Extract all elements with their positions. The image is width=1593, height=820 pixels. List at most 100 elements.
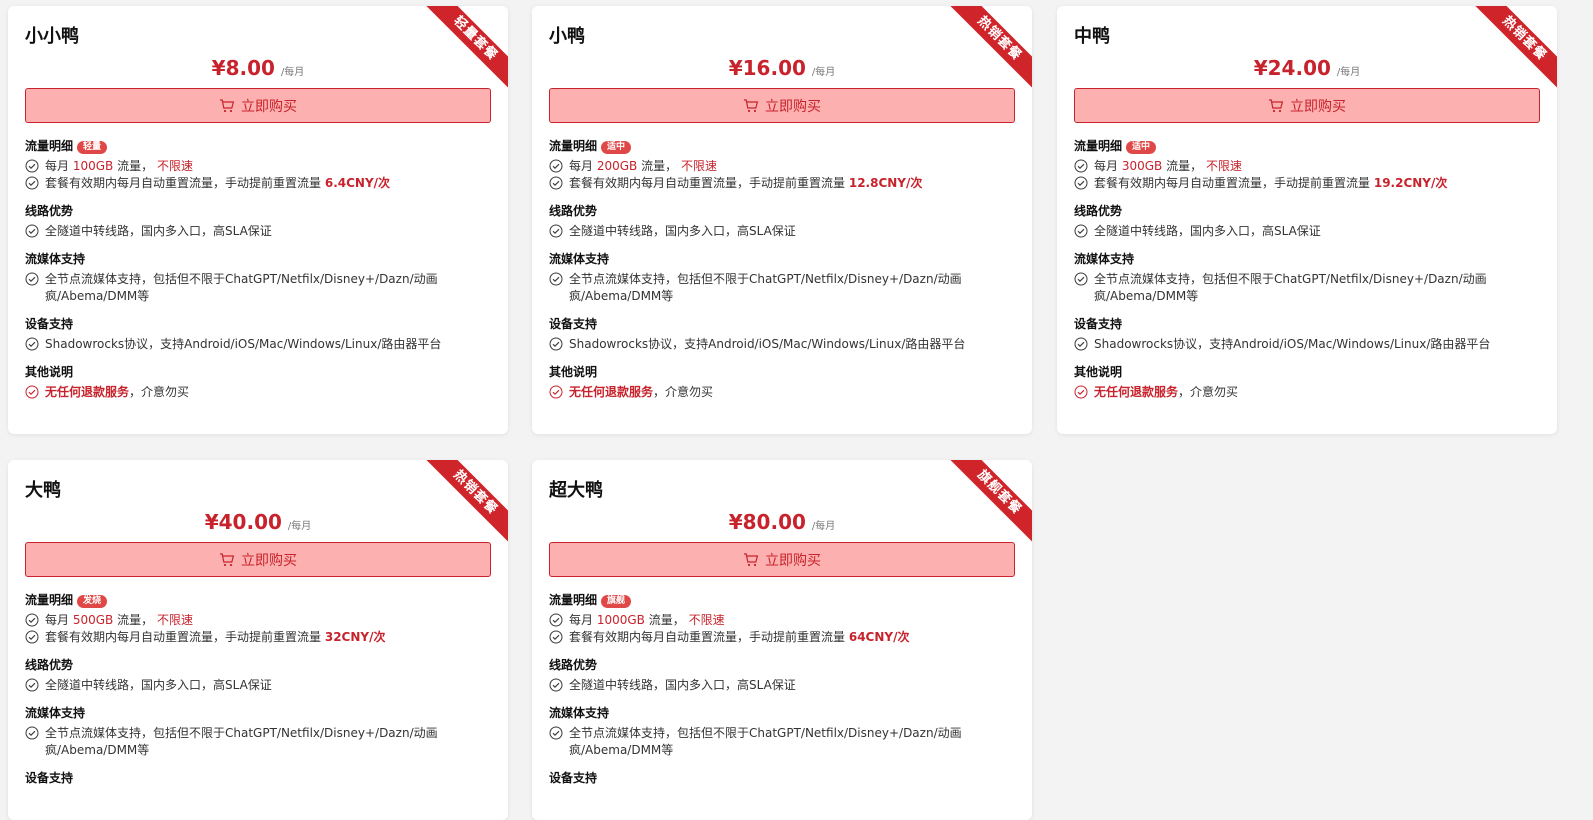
buy-button[interactable]: 立即购买 bbox=[1074, 88, 1540, 123]
section-other: 其他说明 bbox=[1074, 365, 1123, 379]
price-period: /每月 bbox=[280, 67, 305, 78]
plan-details: 流量明细 旗舰 每月 1000GB 流量， 不限速 套餐有效期内每月自动重置流量，… bbox=[549, 591, 1012, 787]
buy-label: 立即购买 bbox=[241, 98, 297, 115]
check-circle-icon bbox=[1074, 272, 1088, 286]
price-row: ¥16.00/每月 bbox=[532, 56, 1032, 80]
check-circle-icon bbox=[1074, 385, 1088, 399]
plan-card: 旗舰套餐 超大鸭 ¥80.00/每月 立即购买 流量明细 旗舰 每月 1000GB… bbox=[532, 460, 1032, 820]
check-circle-icon bbox=[25, 272, 39, 286]
section-traffic: 流量明细 旗舰 bbox=[549, 591, 1012, 609]
section-route: 线路优势 bbox=[1074, 204, 1123, 218]
buy-label: 立即购买 bbox=[1290, 98, 1346, 115]
check-circle-icon bbox=[1074, 337, 1088, 351]
plan-price: ¥16.00 bbox=[728, 56, 806, 80]
device-item: Shadowrocks协议，支持Android/iOS/Mac/Windows/… bbox=[549, 336, 1012, 353]
plan-title: 小鸭 bbox=[549, 26, 585, 47]
check-circle-icon bbox=[25, 337, 39, 351]
traffic-item: 每月 100GB 流量， 不限速 bbox=[25, 158, 488, 175]
buy-button[interactable]: 立即购买 bbox=[549, 88, 1015, 123]
traffic-item: 每月 500GB 流量， 不限速 bbox=[25, 612, 488, 629]
check-circle-icon bbox=[549, 272, 563, 286]
section-traffic: 流量明细 适中 bbox=[1074, 137, 1537, 155]
plan-title: 小小鸭 bbox=[25, 26, 79, 47]
section-traffic: 流量明细 适中 bbox=[549, 137, 1012, 155]
section-traffic: 流量明细 发烧 bbox=[25, 591, 488, 609]
section-media: 流媒体支持 bbox=[25, 706, 86, 720]
plan-ribbon: 热销套餐 bbox=[1462, 6, 1557, 101]
plan-ribbon: 热销套餐 bbox=[413, 460, 508, 555]
check-circle-icon bbox=[549, 678, 563, 692]
plan-details: 流量明细 发烧 每月 500GB 流量， 不限速 套餐有效期内每月自动重置流量，手… bbox=[25, 591, 488, 787]
cart-icon bbox=[220, 552, 235, 566]
plan-price: ¥24.00 bbox=[1253, 56, 1331, 80]
plan-card: 热销套餐 小鸭 ¥16.00/每月 立即购买 流量明细 适中 每月 200GB 流… bbox=[532, 6, 1032, 434]
route-item: 全隧道中转线路，国内多入口，高SLA保证 bbox=[25, 223, 488, 240]
check-circle-icon bbox=[549, 726, 563, 740]
media-item: 全节点流媒体支持，包括但不限于ChatGPT/Netfilx/Disney+/D… bbox=[25, 725, 488, 759]
section-device: 设备支持 bbox=[549, 317, 598, 331]
route-item: 全隧道中转线路，国内多入口，高SLA保证 bbox=[549, 677, 1012, 694]
section-route: 线路优势 bbox=[25, 204, 74, 218]
route-item: 全隧道中转线路，国内多入口，高SLA保证 bbox=[549, 223, 1012, 240]
check-circle-icon bbox=[549, 630, 563, 644]
check-circle-icon bbox=[25, 726, 39, 740]
check-circle-icon bbox=[549, 337, 563, 351]
traffic-item: 每月 200GB 流量， 不限速 bbox=[549, 158, 1012, 175]
media-item: 全节点流媒体支持，包括但不限于ChatGPT/Netfilx/Disney+/D… bbox=[25, 271, 488, 305]
section-media: 流媒体支持 bbox=[549, 706, 610, 720]
traffic-tag: 适中 bbox=[601, 141, 632, 154]
reset-item: 套餐有效期内每月自动重置流量，手动提前重置流量 19.2CNY/次 bbox=[1074, 175, 1537, 192]
section-device: 设备支持 bbox=[1074, 317, 1123, 331]
section-traffic: 流量明细 轻量 bbox=[25, 137, 488, 155]
check-circle-icon bbox=[1074, 224, 1088, 238]
check-circle-icon bbox=[25, 678, 39, 692]
check-circle-icon bbox=[25, 385, 39, 399]
plan-details: 流量明细 轻量 每月 100GB 流量， 不限速 套餐有效期内每月自动重置流量，手… bbox=[25, 137, 488, 401]
cart-icon bbox=[744, 98, 759, 112]
cart-icon bbox=[220, 98, 235, 112]
check-circle-icon bbox=[25, 613, 39, 627]
media-item: 全节点流媒体支持，包括但不限于ChatGPT/Netfilx/Disney+/D… bbox=[1074, 271, 1537, 305]
refund-item: 无任何退款服务，介意勿买 bbox=[549, 384, 1012, 401]
section-other: 其他说明 bbox=[549, 365, 598, 379]
traffic-tag: 旗舰 bbox=[601, 595, 632, 608]
route-item: 全隧道中转线路，国内多入口，高SLA保证 bbox=[25, 677, 488, 694]
traffic-item: 每月 300GB 流量， 不限速 bbox=[1074, 158, 1537, 175]
check-circle-icon bbox=[25, 159, 39, 173]
traffic-tag: 适中 bbox=[1126, 141, 1157, 154]
section-device: 设备支持 bbox=[25, 771, 74, 785]
check-circle-icon bbox=[25, 224, 39, 238]
cart-icon bbox=[744, 552, 759, 566]
price-row: ¥80.00/每月 bbox=[532, 510, 1032, 534]
plan-details: 流量明细 适中 每月 200GB 流量， 不限速 套餐有效期内每月自动重置流量，手… bbox=[549, 137, 1012, 401]
price-row: ¥8.00/每月 bbox=[8, 56, 508, 80]
check-circle-icon bbox=[549, 176, 563, 190]
plan-ribbon: 轻量套餐 bbox=[413, 6, 508, 101]
section-other: 其他说明 bbox=[25, 365, 74, 379]
buy-button[interactable]: 立即购买 bbox=[549, 542, 1015, 577]
section-device: 设备支持 bbox=[25, 317, 74, 331]
traffic-item: 每月 1000GB 流量， 不限速 bbox=[549, 612, 1012, 629]
section-media: 流媒体支持 bbox=[25, 252, 86, 266]
traffic-tag: 发烧 bbox=[77, 595, 108, 608]
reset-item: 套餐有效期内每月自动重置流量，手动提前重置流量 32CNY/次 bbox=[25, 629, 488, 646]
plan-price: ¥40.00 bbox=[204, 510, 282, 534]
section-route: 线路优势 bbox=[549, 658, 598, 672]
plan-card: 热销套餐 大鸭 ¥40.00/每月 立即购买 流量明细 发烧 每月 500GB 流… bbox=[8, 460, 508, 820]
check-circle-icon bbox=[1074, 176, 1088, 190]
buy-button[interactable]: 立即购买 bbox=[25, 88, 491, 123]
price-row: ¥40.00/每月 bbox=[8, 510, 508, 534]
device-item: Shadowrocks协议，支持Android/iOS/Mac/Windows/… bbox=[1074, 336, 1537, 353]
section-media: 流媒体支持 bbox=[549, 252, 610, 266]
buy-button[interactable]: 立即购买 bbox=[25, 542, 491, 577]
plan-title: 中鸭 bbox=[1074, 26, 1110, 47]
check-circle-icon bbox=[549, 224, 563, 238]
check-circle-icon bbox=[549, 385, 563, 399]
plan-details: 流量明细 适中 每月 300GB 流量， 不限速 套餐有效期内每月自动重置流量，手… bbox=[1074, 137, 1537, 401]
buy-label: 立即购买 bbox=[765, 552, 821, 569]
price-row: ¥24.00/每月 bbox=[1057, 56, 1557, 80]
traffic-tag: 轻量 bbox=[77, 141, 108, 154]
device-item: Shadowrocks协议，支持Android/iOS/Mac/Windows/… bbox=[25, 336, 488, 353]
reset-item: 套餐有效期内每月自动重置流量，手动提前重置流量 64CNY/次 bbox=[549, 629, 1012, 646]
section-route: 线路优势 bbox=[549, 204, 598, 218]
